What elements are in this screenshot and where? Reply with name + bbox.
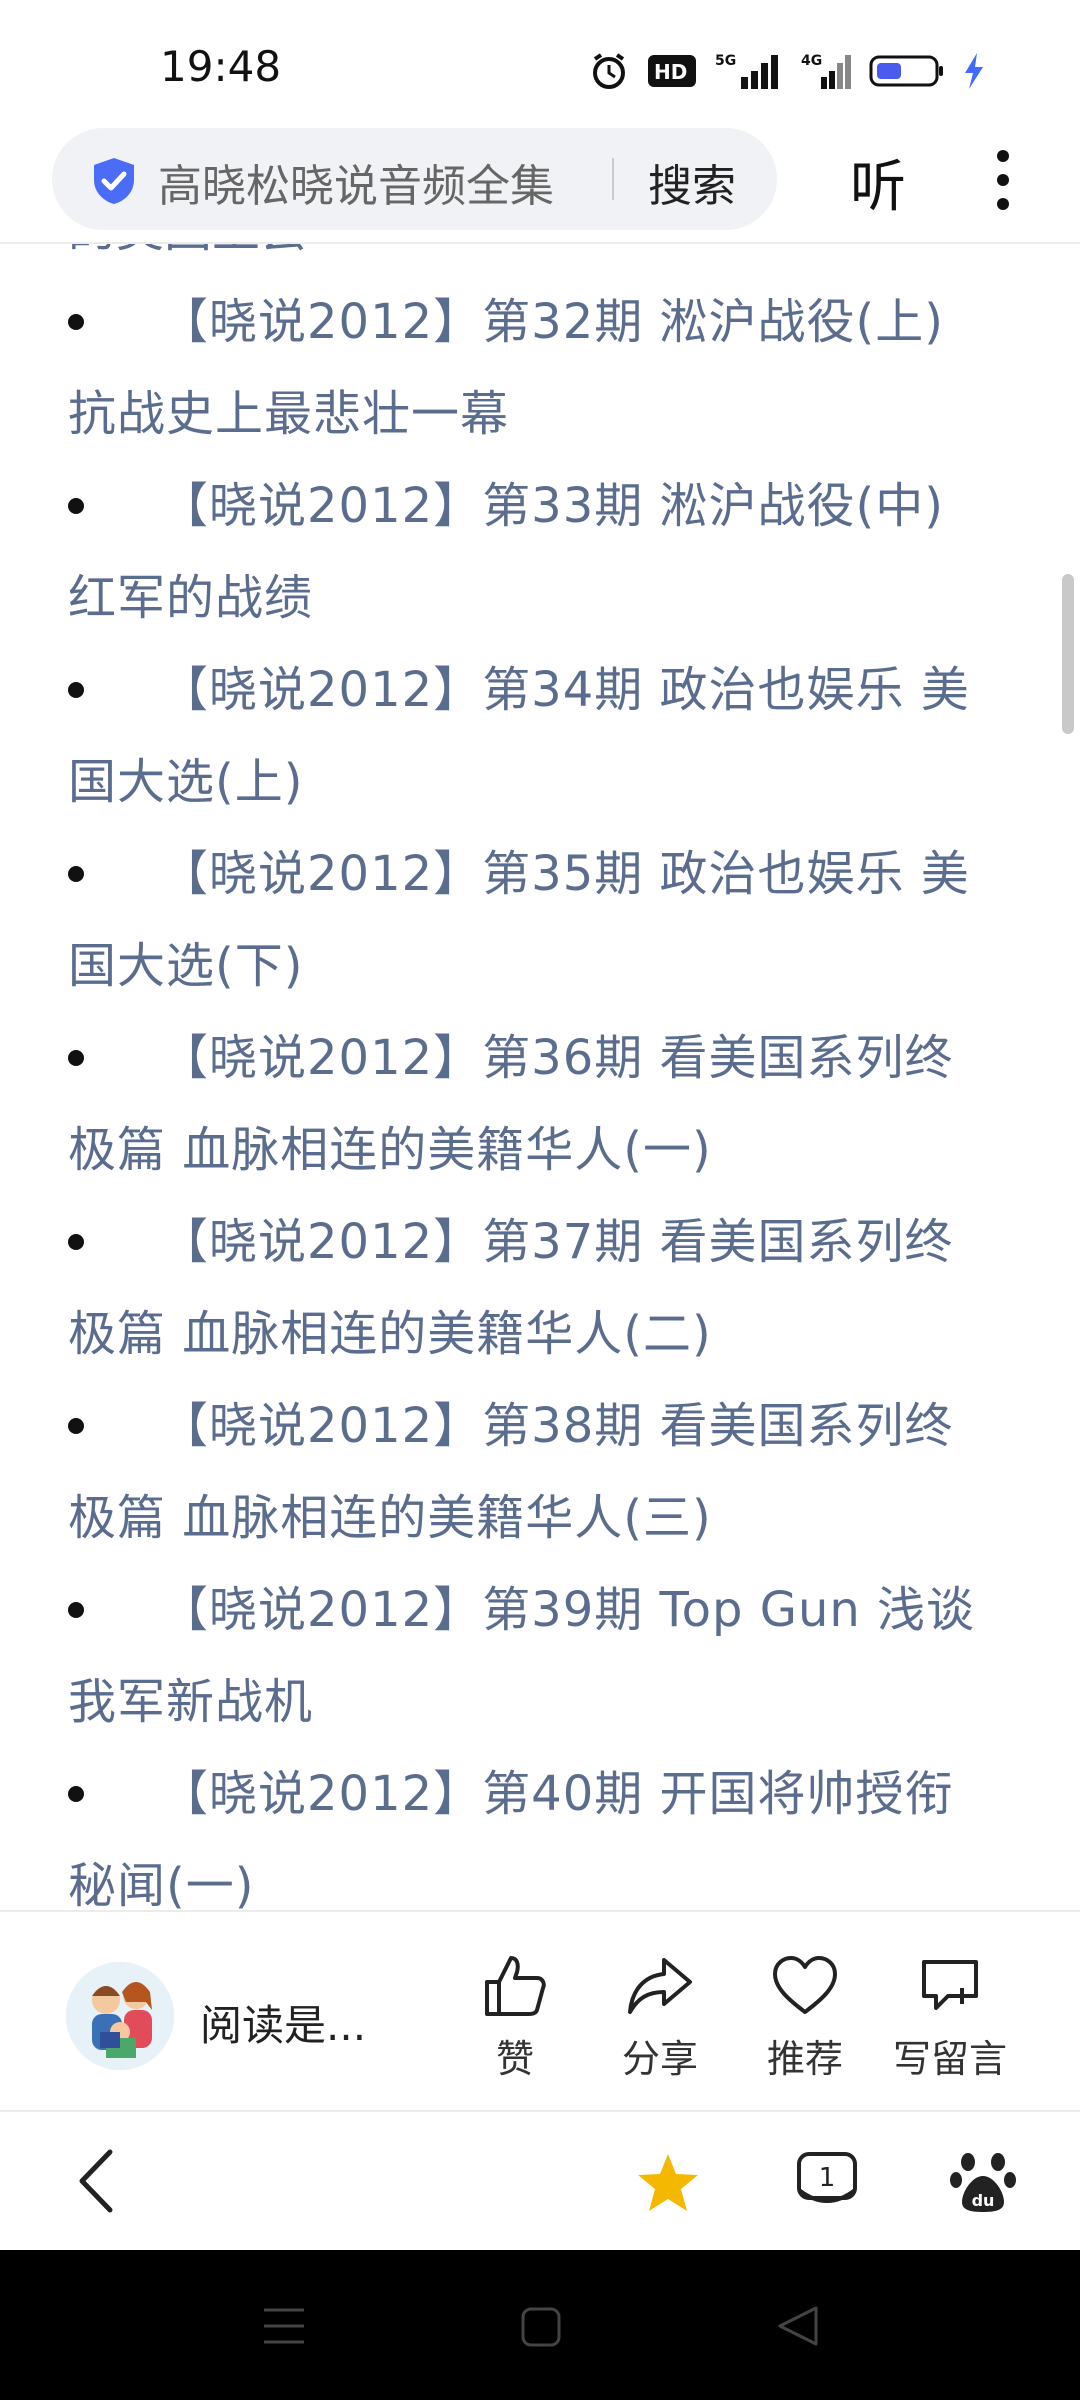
- 5g-signal-icon: 5G: [715, 53, 778, 89]
- back-icon[interactable]: [72, 2146, 122, 2216]
- system-back-icon[interactable]: [776, 2304, 820, 2348]
- bottom-nav: 1 du: [0, 2110, 1080, 2252]
- avatar[interactable]: [66, 1962, 174, 2070]
- episode-link[interactable]: 【晓说2012】第33期 淞沪战役(中) 红军的战绩: [68, 460, 980, 644]
- 4g-signal-icon: 4G: [801, 53, 851, 89]
- like-label: 赞: [495, 2037, 534, 2081]
- svg-text:du: du: [972, 2191, 995, 2210]
- tabs-button[interactable]: 1: [795, 2150, 859, 2218]
- action-bar: 阅读是... 赞 分享 推荐 写留言: [0, 1910, 1080, 2112]
- list-item[interactable]: 【晓说2012】第39期 Top Gun 浅谈我军新战机: [0, 1564, 1080, 1748]
- search-divider: [612, 158, 614, 200]
- charging-icon: [965, 53, 983, 89]
- list-item[interactable]: 【晓说2012】第33期 淞沪战役(中) 红军的战绩: [0, 460, 1080, 644]
- status-time: 19:48: [160, 42, 282, 91]
- bullet: [68, 1418, 84, 1434]
- episode-link[interactable]: 【晓说2012】第40期 开国将帅授衔秘闻(一): [68, 1748, 980, 1910]
- episode-link[interactable]: 【晓说2012】第35期 政治也娱乐 美国大选(下): [68, 828, 980, 1012]
- recommend-label: 推荐: [766, 2037, 843, 2081]
- listen-button[interactable]: 听: [850, 142, 906, 223]
- list-item[interactable]: 【晓说2012】第32期 淞沪战役(上) 抗战史上最悲壮一幕: [0, 276, 1080, 460]
- share-arrow-icon: [628, 1958, 692, 2014]
- home-icon[interactable]: [520, 2306, 562, 2348]
- comment-button[interactable]: 写留言: [880, 1950, 1020, 2083]
- bullet: [68, 1234, 84, 1250]
- star-icon[interactable]: [636, 2152, 700, 2214]
- share-button[interactable]: 分享: [590, 1950, 730, 2083]
- baidu-paw-icon[interactable]: du: [950, 2148, 1016, 2214]
- heart-icon: [773, 1956, 837, 2014]
- episode-list: 【晓说2012】第32期 淞沪战役(上) 抗战史上最悲壮一幕 【晓说2012】第…: [0, 276, 1080, 1910]
- article-content[interactable]: 的美国上尝 【晓说2012】第32期 淞沪战役(上) 抗战史上最悲壮一幕 【晓说…: [0, 244, 1080, 1910]
- search-query[interactable]: 高晓松晓说音频全集: [158, 150, 554, 214]
- episode-link[interactable]: 【晓说2012】第32期 淞沪战役(上) 抗战史上最悲壮一幕: [68, 276, 980, 460]
- scrollbar[interactable]: [1062, 574, 1074, 734]
- search-bar[interactable]: 高晓松晓说音频全集 搜索: [52, 128, 777, 230]
- family-reading-avatar-icon: [66, 1962, 174, 2070]
- episode-link[interactable]: 【晓说2012】第37期 看美国系列终极篇 血脉相连的美籍华人(二): [68, 1196, 980, 1380]
- recommend-button[interactable]: 推荐: [735, 1950, 875, 2083]
- alarm-icon: [593, 53, 625, 89]
- list-item[interactable]: 【晓说2012】第36期 看美国系列终极篇 血脉相连的美籍华人(一): [0, 1012, 1080, 1196]
- comment-add-icon: [922, 1960, 978, 2010]
- status-bar: 19:48 HD 5G 4G: [0, 0, 1080, 120]
- bullet: [68, 1786, 84, 1802]
- list-item[interactable]: 【晓说2012】第37期 看美国系列终极篇 血脉相连的美籍华人(二): [0, 1196, 1080, 1380]
- svg-text:5G: 5G: [715, 53, 736, 69]
- comment-label: 写留言: [892, 2037, 1007, 2081]
- list-item[interactable]: 【晓说2012】第40期 开国将帅授衔秘闻(一): [0, 1748, 1080, 1910]
- tabs-icon: 1: [797, 2152, 857, 2203]
- bullet: [68, 498, 84, 514]
- system-nav-bar: [0, 2250, 1080, 2400]
- share-label: 分享: [621, 2037, 698, 2081]
- more-icon[interactable]: [988, 148, 1018, 212]
- shield-icon: [94, 158, 134, 204]
- bullet: [68, 1602, 84, 1618]
- cut-off-text[interactable]: 的美国上尝: [0, 244, 1080, 276]
- svg-text:4G: 4G: [801, 53, 822, 69]
- episode-link[interactable]: 【晓说2012】第38期 看美国系列终极篇 血脉相连的美籍华人(三): [68, 1380, 980, 1564]
- menu-icon[interactable]: [262, 2306, 306, 2346]
- thumbs-up-icon: [485, 1956, 546, 2016]
- like-button[interactable]: 赞: [445, 1950, 585, 2083]
- bullet: [68, 682, 84, 698]
- status-icons: HD 5G 4G: [589, 46, 985, 96]
- episode-link[interactable]: 【晓说2012】第36期 看美国系列终极篇 血脉相连的美籍华人(一): [68, 1012, 980, 1196]
- hd-icon: HD: [648, 55, 696, 87]
- bullet: [68, 1050, 84, 1066]
- episode-link[interactable]: 【晓说2012】第39期 Top Gun 浅谈我军新战机: [68, 1564, 980, 1748]
- episode-link[interactable]: 【晓说2012】第34期 政治也娱乐 美国大选(上): [68, 644, 980, 828]
- tab-count: 1: [819, 2163, 836, 2193]
- svg-text:HD: HD: [654, 60, 687, 84]
- list-item[interactable]: 【晓说2012】第38期 看美国系列终极篇 血脉相连的美籍华人(三): [0, 1380, 1080, 1564]
- search-button[interactable]: 搜索: [648, 150, 736, 214]
- list-item[interactable]: 【晓说2012】第35期 政治也娱乐 美国大选(下): [0, 828, 1080, 1012]
- bullet: [68, 866, 84, 882]
- author-name[interactable]: 阅读是...: [200, 1992, 366, 2053]
- battery-icon: [869, 55, 943, 87]
- bullet: [68, 314, 84, 330]
- list-item[interactable]: 【晓说2012】第34期 政治也娱乐 美国大选(上): [0, 644, 1080, 828]
